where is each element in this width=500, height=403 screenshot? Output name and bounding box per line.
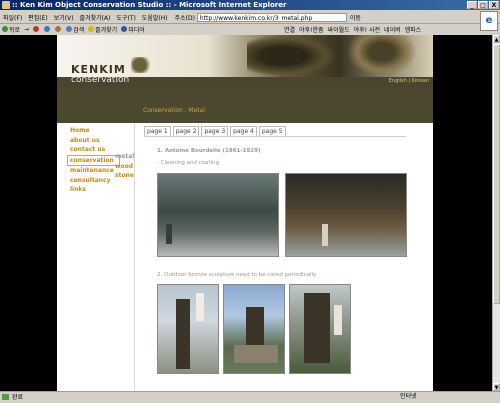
scroll-down-button[interactable]: ▼ (493, 383, 500, 391)
link-yahoo[interactable]: 야후!한줌 (297, 25, 326, 34)
links-label: 연결 (284, 26, 296, 34)
forward-button[interactable]: → (22, 26, 31, 33)
logo-line2: conservation (71, 75, 130, 85)
section-title: Conservation . Metal (143, 107, 205, 114)
photo-relief-scaffold (157, 173, 279, 257)
subnav-metal[interactable]: metal (115, 152, 134, 162)
status-text: 완료 (12, 393, 24, 401)
vertical-scrollbar[interactable]: ▲ ▼ (492, 35, 500, 391)
media-icon (121, 26, 128, 32)
caption-2: 2. Outdoor bronze sculpture need to be c… (157, 272, 317, 278)
web-page: English | Korean KENKIM conservation Con… (57, 35, 433, 391)
link-naver[interactable]: 네이버 (382, 25, 403, 34)
window-title: :: Ken Kim Object Conservation Studio ::… (12, 1, 287, 9)
search-icon (66, 26, 73, 32)
scroll-thumb[interactable] (493, 44, 500, 304)
stop-button[interactable] (31, 26, 42, 32)
favorites-button[interactable]: 즐겨찾기 (86, 25, 119, 34)
menu-view[interactable]: 보기(V) (51, 13, 77, 22)
status-bar: 완료 인터넷 (0, 391, 500, 403)
home-icon (55, 26, 62, 32)
nav-consultancy[interactable]: consultancy (70, 176, 120, 186)
nav-conservation[interactable]: conservation (67, 154, 120, 166)
maximize-button[interactable]: □ (478, 1, 488, 9)
address-input[interactable]: http://www.kenkim.co.kr/3_metal.php (196, 12, 347, 22)
photo-statue-3 (289, 284, 351, 374)
search-button[interactable]: 검색 (64, 25, 86, 34)
photo-relief-cleaned (285, 173, 407, 257)
menu-edit[interactable]: 편집(E) (25, 13, 51, 22)
ie-logo-icon: e (480, 11, 498, 31)
scroll-up-button[interactable]: ▲ (493, 35, 500, 43)
home-button[interactable] (53, 26, 64, 32)
window-controls: _ □ X (467, 1, 499, 9)
back-label: 뒤로 (9, 26, 21, 34)
link-cyworld[interactable]: 싸이월드 (326, 25, 352, 34)
refresh-icon (44, 26, 51, 32)
refresh-button[interactable] (42, 26, 53, 32)
browser-viewport: English | Korean KENKIM conservation Con… (0, 35, 500, 391)
close-button[interactable]: X (489, 1, 499, 9)
back-arrow-icon (2, 26, 8, 32)
title-bar: :: Ken Kim Object Conservation Studio ::… (0, 0, 500, 10)
nav-about-us[interactable]: about us (70, 136, 120, 146)
menu-file[interactable]: 파일(F) (0, 13, 25, 22)
menu-favorites[interactable]: 즐겨찾기(A) (77, 13, 114, 22)
sculpture-image (247, 35, 337, 77)
language-switch[interactable]: English | Korean (389, 78, 429, 84)
security-zone: 인터넷 (400, 393, 417, 400)
link-empas[interactable]: 엠파스 (403, 25, 424, 34)
ie-app-icon (2, 1, 10, 9)
back-button[interactable]: 뒤로 (0, 25, 22, 34)
nav-home[interactable]: Home (70, 126, 120, 136)
photo-statue-1 (157, 284, 219, 374)
address-label: 주소(D) (174, 14, 195, 22)
left-nav: Home about us contact us conservation ma… (67, 126, 120, 195)
menu-help[interactable]: 도움말(H) (139, 13, 171, 22)
search-label: 검색 (73, 26, 85, 34)
photo-statue-2 (223, 284, 285, 374)
caption-1b: - Cleaning and coating (157, 160, 220, 166)
star-icon (88, 26, 95, 32)
subnav-stone[interactable]: stone (115, 171, 134, 181)
tabs-divider (144, 136, 406, 137)
favorites-label: 즐겨찾기 (95, 26, 118, 34)
sub-nav: metal wood stone (115, 152, 134, 181)
menu-tools[interactable]: 도구(T) (113, 13, 138, 22)
link-yahoo-dict[interactable]: 야후! 사전 (352, 25, 382, 34)
sculpture-image-2 (347, 35, 417, 77)
caption-1: 1. Antoine Bourdelle (1861-1929) (157, 148, 261, 154)
stop-icon (33, 26, 40, 32)
subnav-wood[interactable]: wood (115, 162, 134, 172)
nav-maintenance[interactable]: maintenance (70, 166, 120, 176)
media-button[interactable]: 미디어 (119, 25, 147, 34)
nav-contact-us[interactable]: contact us (70, 145, 120, 155)
media-label: 미디어 (128, 26, 145, 34)
page-done-icon (2, 394, 9, 400)
minimize-button[interactable]: _ (467, 1, 477, 9)
leaf-logo-icon (131, 57, 153, 73)
links-bar: 연결 야후!한줌 싸이월드 야후! 사전 네이버 엠파스 (282, 24, 423, 34)
section-band: Conservation . Metal (57, 89, 433, 123)
go-button[interactable]: 이동 (350, 13, 361, 22)
menu-bar: 파일(F) 편집(E) 보기(V) 즐겨찾기(A) 도구(T) 도움말(H) 주… (0, 11, 500, 24)
divider (134, 123, 135, 391)
nav-links[interactable]: links (70, 185, 120, 195)
